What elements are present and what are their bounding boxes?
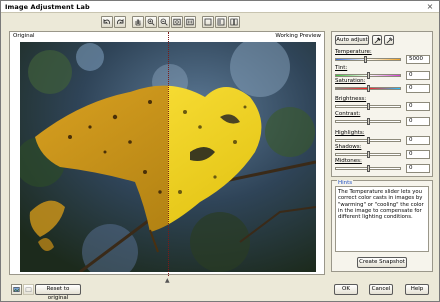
temperature-label: Temperature:	[335, 49, 372, 55]
midtones-slider[interactable]	[335, 165, 401, 172]
view-toolbar	[101, 16, 240, 29]
actual-size-icon[interactable]	[184, 16, 196, 28]
split-handle-icon[interactable]: ▲	[165, 277, 170, 284]
working-preview-label: Working Preview	[275, 33, 321, 39]
highlights-value-field[interactable]: 0	[406, 136, 430, 145]
hand-icon[interactable]	[132, 16, 144, 28]
contrast-slider-thumb[interactable]	[367, 118, 370, 125]
create-snapshot-button[interactable]: Create Snapshot	[357, 257, 407, 268]
contrast-value-field[interactable]: 0	[406, 117, 430, 126]
fit-window-icon[interactable]	[171, 16, 183, 28]
brightness-slider-thumb[interactable]	[367, 103, 370, 110]
brightness-label: Brightness:	[335, 96, 367, 102]
redo-icon[interactable]	[114, 16, 126, 28]
close-icon[interactable]: ×	[425, 2, 435, 11]
single-view-icon[interactable]	[202, 16, 214, 28]
title-bar: Image Adjustment Lab ×	[1, 1, 439, 13]
brightness-value-field[interactable]: 0	[406, 102, 430, 111]
tint-slider[interactable]	[335, 72, 401, 79]
toolbar-separator	[197, 16, 201, 29]
saturation-slider-thumb[interactable]	[367, 85, 370, 92]
zoom-out-icon[interactable]	[158, 16, 170, 28]
compare-view-icon[interactable]	[11, 284, 22, 295]
highlights-slider[interactable]	[335, 137, 401, 144]
help-button[interactable]: Help	[405, 284, 429, 295]
saturation-value-field[interactable]: 0	[406, 84, 430, 93]
shadows-slider-thumb[interactable]	[367, 151, 370, 158]
ok-button[interactable]: OK	[334, 284, 358, 295]
snapshot-view-icon[interactable]	[23, 284, 34, 295]
midtones-label: Midtones:	[335, 158, 362, 164]
split-view-icon[interactable]	[215, 16, 227, 28]
toolbar-separator	[127, 16, 131, 29]
side-by-side-icon[interactable]	[228, 16, 240, 28]
hints-text: The Temperature slider lets you correct …	[335, 186, 429, 252]
adjustment-panel: Auto adjust Temperature: 5000 Tint: 0 Sa…	[331, 31, 433, 177]
contrast-slider[interactable]	[335, 118, 401, 125]
original-label: Original	[13, 33, 35, 39]
tint-value-field[interactable]: 0	[406, 71, 430, 80]
shadows-label: Shadows:	[335, 144, 362, 150]
cancel-button[interactable]: Cancel	[369, 284, 393, 295]
eyedropper-white-icon[interactable]	[384, 35, 394, 45]
zoom-in-icon[interactable]	[145, 16, 157, 28]
brightness-slider[interactable]	[335, 103, 401, 110]
eyedropper-icon[interactable]	[372, 35, 382, 45]
shadows-slider[interactable]	[335, 151, 401, 158]
contrast-label: Contrast:	[335, 111, 361, 117]
highlights-slider-thumb[interactable]	[367, 137, 370, 144]
split-divider[interactable]	[168, 32, 169, 276]
tint-slider-thumb[interactable]	[367, 72, 370, 79]
temperature-slider[interactable]	[335, 56, 401, 63]
image-preview-panel: Original Working Preview ▲	[9, 31, 325, 284]
image-adjustment-window: Image Adjustment Lab × Original Working …	[0, 0, 440, 302]
midtones-value-field[interactable]: 0	[406, 164, 430, 173]
hints-panel: Hints The Temperature slider lets you co…	[331, 180, 433, 272]
saturation-label: Saturation:	[335, 78, 366, 84]
highlights-label: Highlights:	[335, 130, 365, 136]
temperature-slider-thumb[interactable]	[364, 56, 367, 63]
window-title: Image Adjustment Lab	[5, 3, 90, 11]
undo-icon[interactable]	[101, 16, 113, 28]
saturation-slider[interactable]	[335, 85, 401, 92]
reset-to-original-button[interactable]: Reset to original	[35, 284, 81, 301]
shadows-value-field[interactable]: 0	[406, 150, 430, 159]
auto-adjust-button[interactable]: Auto adjust	[335, 35, 369, 45]
midtones-slider-thumb[interactable]	[367, 165, 370, 172]
tint-label: Tint:	[335, 65, 348, 71]
temperature-value-field[interactable]: 5000	[406, 55, 430, 64]
